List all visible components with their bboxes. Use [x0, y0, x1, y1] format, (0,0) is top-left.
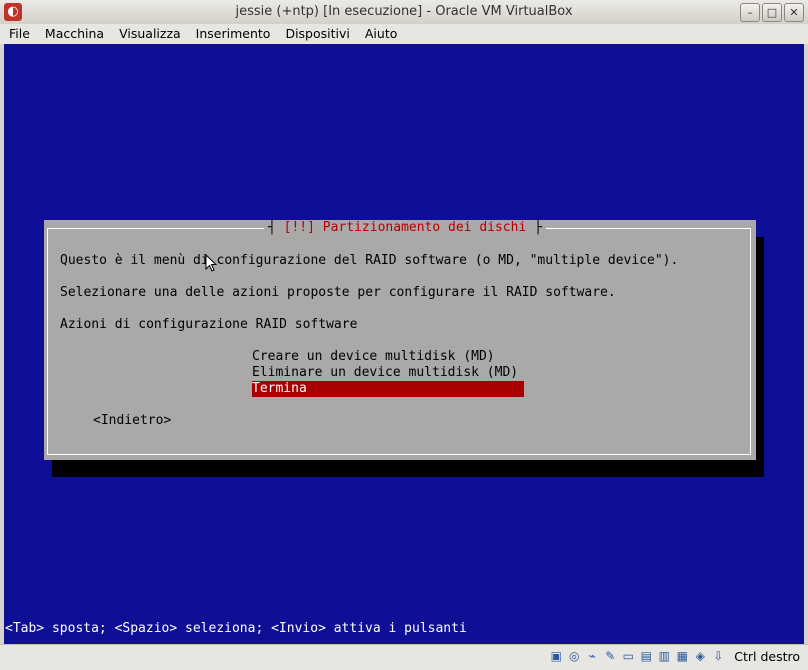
back-button[interactable]: <Indietro> — [93, 413, 171, 429]
window-title: jessie (+ntp) [In esecuzione] - Oracle V… — [235, 4, 573, 19]
menu-dispositivi[interactable]: Dispositivi — [276, 24, 355, 44]
display-icon[interactable]: ▭ — [620, 648, 636, 664]
title-bar[interactable]: ◐ jessie (+ntp) [In esecuzione] - Oracle… — [0, 0, 808, 25]
menu-bar: File Macchina Visualizza Inserimento Dis… — [0, 24, 808, 44]
option-create-md[interactable]: Creare un device multidisk (MD) — [252, 349, 524, 365]
menu-inserimento[interactable]: Inserimento — [187, 24, 277, 44]
hard-disk-icon[interactable]: ▣ — [548, 648, 564, 664]
dialog-title: ┤ [!!] Partizionamento dei dischi ├ — [264, 220, 546, 236]
dialog-title-bar-left: ┤ — [268, 220, 276, 235]
dialog-intro-text: Questo è il menù di configurazione del R… — [60, 253, 679, 268]
menu-aiuto[interactable]: Aiuto — [356, 24, 404, 44]
mouse-pointer-icon — [205, 253, 218, 276]
close-button[interactable]: ✕ — [784, 3, 804, 22]
menu-file[interactable]: File — [0, 24, 36, 44]
video-capture-icon[interactable]: ▥ — [656, 648, 672, 664]
shared-folder-icon[interactable]: ✎ — [602, 648, 618, 664]
dialog-title-bar-right: ├ — [534, 220, 542, 235]
dialog-title-flag: [!!] — [283, 220, 315, 235]
help-footer: <Tab> sposta; <Spazio> seleziona; <Invio… — [5, 621, 467, 636]
usb-icon[interactable]: ⌁ — [584, 648, 600, 664]
option-finish[interactable]: Termina — [252, 381, 524, 397]
network-icon[interactable]: ▤ — [638, 648, 654, 664]
maximize-button[interactable]: □ — [762, 3, 782, 22]
menu-visualizza[interactable]: Visualizza — [110, 24, 187, 44]
status-bar: ▣ ◎ ⌁ ✎ ▭ ▤ ▥ ▦ ◈ ⇩ Ctrl destro — [0, 644, 808, 670]
vt-x-icon[interactable]: ▦ — [674, 648, 690, 664]
partitioning-dialog: ┤ [!!] Partizionamento dei dischi ├ Ques… — [44, 220, 756, 460]
menu-macchina[interactable]: Macchina — [36, 24, 110, 44]
optical-drive-icon[interactable]: ◎ — [566, 648, 582, 664]
mouse-integration-icon[interactable]: ◈ — [692, 648, 708, 664]
dialog-actions-heading: Azioni di configurazione RAID software — [60, 317, 358, 332]
minimize-button[interactable]: – — [740, 3, 760, 22]
dialog-instruction-text: Selezionare una delle azioni proposte pe… — [60, 285, 616, 300]
arrow-down-icon[interactable]: ⇩ — [710, 648, 726, 664]
option-delete-md[interactable]: Eliminare un device multidisk (MD) — [252, 365, 524, 381]
host-key-label: Ctrl destro — [734, 648, 800, 664]
dialog-title-text: Partizionamento dei dischi — [322, 220, 527, 235]
vm-screen[interactable]: ┤ [!!] Partizionamento dei dischi ├ Ques… — [4, 44, 804, 644]
